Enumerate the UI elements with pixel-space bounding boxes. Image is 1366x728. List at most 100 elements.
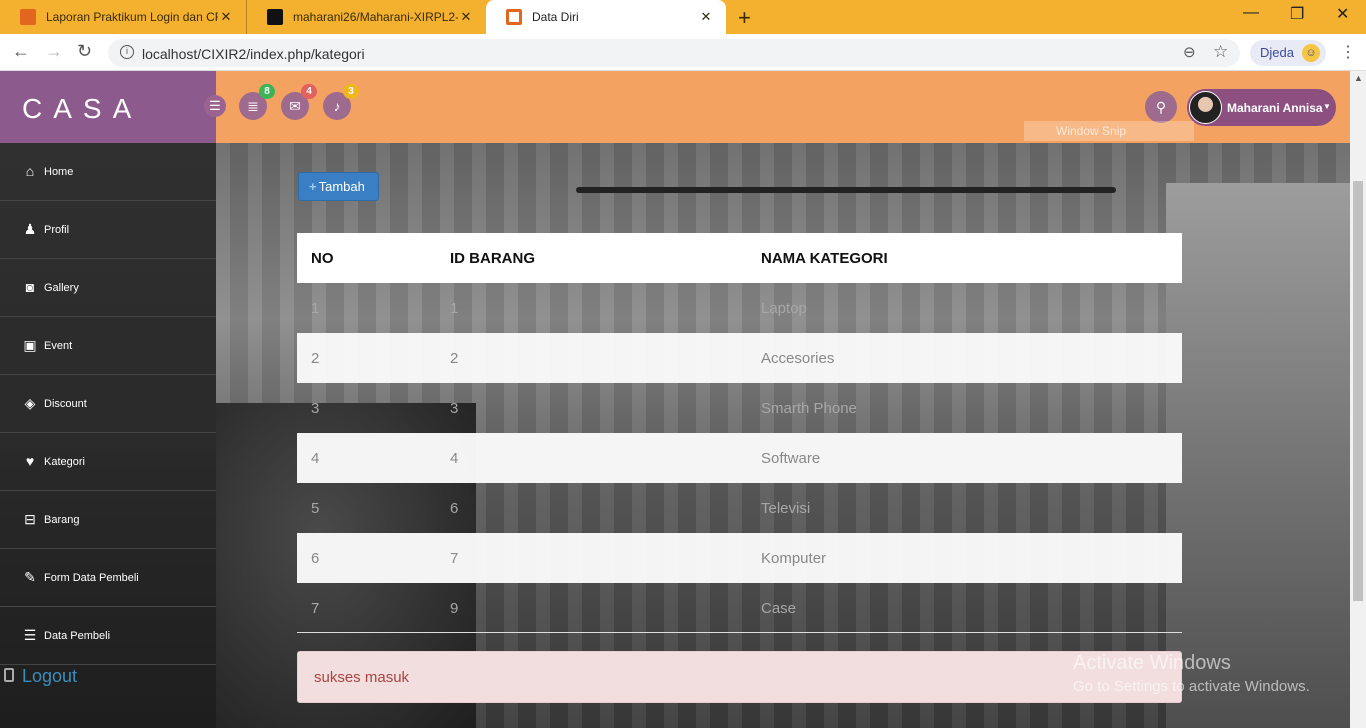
add-button-label: Tambah	[318, 179, 365, 194]
cell-no: 7	[311, 599, 320, 617]
cell-id-barang: 4	[436, 433, 747, 483]
close-icon[interactable]: ✕	[458, 9, 474, 25]
avatar	[1189, 91, 1222, 124]
browser-menu-icon[interactable]: ⋮	[1340, 42, 1356, 62]
activate-windows-watermark: Activate Windows Go to Settings to activ…	[1073, 652, 1310, 695]
sidebar: ⌂ Home ♟ Profil ◙ Gallery ▣ Event ◈ Disc…	[0, 143, 216, 728]
table-row: 6 7 Komputer	[297, 533, 1182, 583]
zoom-icon[interactable]: ⊖	[1183, 43, 1196, 61]
logout-link[interactable]: Logout	[0, 663, 216, 703]
messages-badge: 4	[301, 84, 317, 99]
cell-id-barang: 9	[450, 599, 459, 617]
back-icon[interactable]: ←	[12, 41, 30, 62]
table-header-row: NO ID BARANG NAMA KATEGORI	[297, 233, 1182, 283]
tasks-badge: 8	[259, 84, 275, 99]
mobile-icon	[4, 668, 14, 682]
sidebar-item-label: Profil	[44, 224, 70, 236]
cell-nama-kategori: Laptop	[761, 299, 807, 317]
restore-icon[interactable]: ❐	[1290, 4, 1304, 24]
bookmark-star-icon[interactable]: ☆	[1213, 42, 1228, 62]
info-icon[interactable]: i	[120, 45, 134, 59]
search-icon[interactable]: ⚲	[1145, 91, 1177, 123]
smiley-avatar-icon: ☺	[1302, 44, 1320, 62]
close-icon[interactable]: ✕	[218, 9, 234, 25]
cell-no: 3	[311, 399, 320, 417]
sidebar-item-form-data-pembeli[interactable]: ✎ Form Data Pembeli	[0, 549, 216, 607]
close-icon[interactable]: ✕	[698, 9, 714, 25]
table-row: 7 9 Case	[297, 583, 1182, 633]
success-alert: sukses masuk	[297, 651, 1182, 703]
tags-icon: ◈	[24, 395, 36, 411]
list-icon: ☰	[23, 627, 37, 643]
top-header: ☰ ≣ 8 ✉ 4 ♪ 3 ⚲ Maharani Annisa ▼ Window…	[204, 71, 1350, 143]
home-icon: ⌂	[25, 163, 35, 179]
sidebar-item-home[interactable]: ⌂ Home	[0, 143, 216, 201]
bell-icon[interactable]: ♪ 3	[323, 84, 359, 120]
browser-tab-data-diri[interactable]: Data Diri ✕	[486, 0, 726, 34]
clothing-rail-shape	[576, 187, 1116, 193]
table-bottom-divider	[297, 632, 1182, 633]
minimize-icon[interactable]: —	[1243, 4, 1259, 22]
table-row: 4 4 Software	[297, 433, 1182, 483]
sidebar-item-barang[interactable]: ⊟ Barang	[0, 491, 216, 549]
sidebar-item-label: Kategori	[44, 456, 85, 468]
table-row: 1 1 Laptop	[297, 283, 1182, 333]
sidebar-item-profil[interactable]: ♟ Profil	[0, 201, 216, 259]
new-tab-button[interactable]: +	[738, 5, 751, 31]
scrollbar-thumb[interactable]	[1353, 181, 1363, 601]
forward-icon[interactable]: →	[45, 41, 63, 62]
page-scrollbar[interactable]: ▲	[1350, 71, 1366, 728]
sidebar-item-discount[interactable]: ◈ Discount	[0, 375, 216, 433]
tab-title: Laporan Praktikum Login dan CR	[46, 10, 218, 24]
kategori-table: NO ID BARANG NAMA KATEGORI 1 1 Laptop 2 …	[297, 233, 1182, 633]
gift-icon: ▣	[23, 337, 37, 353]
activate-subtitle: Go to Settings to activate Windows.	[1073, 678, 1310, 695]
cell-no: 5	[311, 499, 320, 517]
github-icon	[267, 9, 283, 25]
add-button[interactable]: + Tambah	[298, 172, 379, 201]
tasks-icon[interactable]: ≣ 8	[239, 84, 275, 120]
browser-profile-button[interactable]: Djeda ☺	[1250, 40, 1326, 66]
sidebar-item-data-pembeli[interactable]: ☰ Data Pembeli	[0, 607, 216, 665]
user-name: Maharani Annisa	[1227, 101, 1323, 115]
sidebar-item-label: Barang	[44, 514, 80, 526]
cell-id-barang: 3	[450, 399, 459, 417]
close-window-icon[interactable]: ✕	[1336, 4, 1349, 24]
column-header: NO	[297, 233, 436, 283]
cell-id-barang: 7	[436, 533, 747, 583]
scroll-up-icon[interactable]: ▲	[1354, 73, 1363, 83]
address-bar: ← → ↻ i localhost/CIXIR2/index.php/kateg…	[0, 34, 1366, 71]
column-header: ID BARANG	[436, 233, 747, 283]
pencil-icon: ✎	[24, 569, 36, 585]
xampp-icon	[20, 9, 36, 25]
cell-no: 6	[297, 533, 436, 583]
browser-tab-github[interactable]: maharani26/Maharani-XIRPL2-22 ✕	[246, 0, 486, 34]
caret-down-icon: ▼	[1323, 102, 1331, 111]
url-text[interactable]: localhost/CIXIR2/index.php/kategori	[142, 46, 365, 62]
hamburger-menu-icon[interactable]: ☰	[204, 95, 226, 117]
table-row: 2 2 Accesories	[297, 333, 1182, 383]
sidebar-item-label: Gallery	[44, 282, 79, 294]
sidebar-item-event[interactable]: ▣ Event	[0, 317, 216, 375]
window-snip-overlay: Window Snip	[1024, 121, 1194, 141]
sidebar-item-label: Discount	[44, 398, 87, 410]
cell-no: 1	[311, 299, 320, 317]
table-row: 5 6 Televisi	[297, 483, 1182, 533]
envelope-icon[interactable]: ✉ 4	[281, 84, 317, 120]
reload-icon[interactable]: ↻	[77, 41, 92, 62]
camera-icon: ◙	[25, 279, 35, 295]
plus-icon: +	[309, 179, 317, 194]
xampp-icon	[506, 9, 522, 25]
url-input[interactable]: i localhost/CIXIR2/index.php/kategori ⊖ …	[108, 39, 1240, 67]
sidebar-item-kategori[interactable]: ♥ Kategori	[0, 433, 216, 491]
cell-no: 2	[297, 333, 436, 383]
cell-nama-kategori: Televisi	[761, 499, 811, 517]
logout-label: Logout	[22, 666, 78, 686]
browser-tab-laporan[interactable]: Laporan Praktikum Login dan CR ✕	[0, 0, 246, 34]
tab-title: maharani26/Maharani-XIRPL2-22	[293, 10, 458, 24]
sidebar-item-gallery[interactable]: ◙ Gallery	[0, 259, 216, 317]
user-icon: ♟	[23, 221, 37, 237]
cell-id-barang: 6	[450, 499, 459, 517]
user-menu-button[interactable]: Maharani Annisa ▼	[1187, 89, 1336, 126]
brand-logo[interactable]: CASA	[0, 71, 216, 143]
